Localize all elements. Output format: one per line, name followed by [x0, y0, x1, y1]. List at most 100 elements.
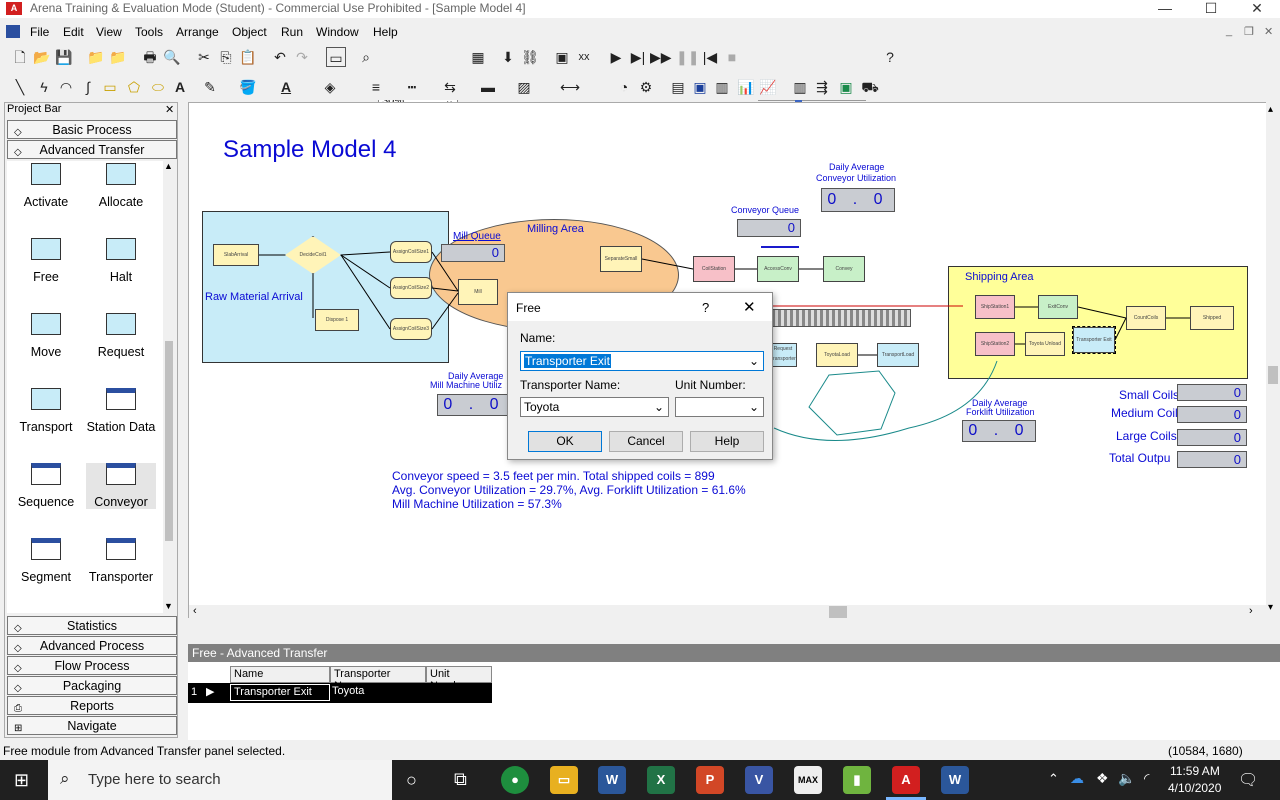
- arrow-style-icon[interactable]: ⇆: [440, 77, 460, 97]
- panel-flow-process[interactable]: ◇ Flow Process: [7, 656, 177, 675]
- module-station-data[interactable]: Station Data: [86, 388, 156, 434]
- connect-icon[interactable]: ⛓: [520, 47, 540, 67]
- plot-icon[interactable]: 📊: [736, 77, 756, 97]
- visio-icon[interactable]: V: [745, 766, 773, 794]
- save-icon[interactable]: 💾: [54, 47, 74, 67]
- text-icon[interactable]: A: [170, 77, 190, 97]
- column-header-transporter[interactable]: Transporter Name: [330, 666, 426, 692]
- animate-connectors-icon[interactable]: xx: [574, 47, 594, 67]
- end-icon[interactable]: ■: [722, 47, 742, 67]
- chevron-down-icon[interactable]: ▾: [1268, 602, 1273, 613]
- global-icon[interactable]: 📈: [758, 77, 778, 97]
- help-button[interactable]: Help: [690, 431, 764, 452]
- mdi-restore-button[interactable]: ❐: [1244, 25, 1254, 38]
- menu-file[interactable]: File: [30, 25, 49, 39]
- cancel-button[interactable]: Cancel: [609, 431, 683, 452]
- module-conveyor[interactable]: Conveyor: [86, 463, 156, 509]
- histogram-icon[interactable]: ▥: [712, 77, 732, 97]
- print-preview-icon[interactable]: 🔍: [162, 47, 182, 67]
- fast-forward-icon[interactable]: ▶▶: [650, 47, 672, 67]
- chevron-down-icon[interactable]: ⌄: [749, 398, 759, 416]
- new-icon[interactable]: 🗋: [10, 47, 30, 67]
- module-move[interactable]: Move: [11, 313, 81, 359]
- canvas-hscrollbar[interactable]: ‹ ›: [189, 605, 1269, 619]
- clock-date[interactable]: 4/10/2020: [1168, 781, 1221, 795]
- polyline-icon[interactable]: ϟ: [34, 77, 54, 97]
- panel-reports[interactable]: ⎙ Reports: [7, 696, 177, 715]
- module-transporter[interactable]: Transporter: [86, 538, 156, 584]
- module-activate[interactable]: Activate: [11, 163, 81, 209]
- unit-number-select[interactable]: ⌄: [675, 397, 764, 417]
- ellipse-icon[interactable]: ⬭: [148, 77, 168, 97]
- open-icon[interactable]: 📂: [32, 47, 52, 67]
- menu-tools[interactable]: Tools: [135, 25, 163, 39]
- fill-pattern-icon[interactable]: ▨: [514, 77, 534, 97]
- name-combobox[interactable]: Transporter Exit ⌄: [520, 351, 764, 371]
- start-over-icon[interactable]: |◀: [700, 47, 720, 67]
- palette-scrollbar[interactable]: ▲ ▼: [163, 161, 175, 613]
- chevron-down-icon[interactable]: ▼: [164, 601, 173, 611]
- template-attach-icon[interactable]: 📁: [86, 47, 106, 67]
- menu-edit[interactable]: Edit: [63, 25, 84, 39]
- word-doc-icon[interactable]: W: [941, 766, 969, 794]
- arena-taskbar-icon[interactable]: A: [892, 766, 920, 794]
- redo-icon[interactable]: ↷: [292, 47, 312, 67]
- print-icon[interactable]: 🖶: [140, 47, 160, 67]
- taskbar-search-box[interactable]: ⌕ Type here to search: [48, 760, 392, 800]
- cortana-icon[interactable]: ○: [406, 770, 417, 791]
- volume-icon[interactable]: 🔈: [1118, 770, 1135, 787]
- close-icon[interactable]: ✕: [165, 103, 174, 116]
- chevron-up-icon[interactable]: ▴: [1268, 104, 1273, 115]
- submodel-icon[interactable]: ⬇: [498, 47, 518, 67]
- context-help-icon[interactable]: ?: [880, 47, 900, 67]
- menu-window[interactable]: Window: [316, 25, 359, 39]
- box-icon[interactable]: ▭: [100, 77, 120, 97]
- palette-scroll-thumb[interactable]: [165, 341, 173, 541]
- line-pattern-icon[interactable]: ▬: [478, 77, 498, 97]
- cut-icon[interactable]: ✂: [194, 47, 214, 67]
- chevron-down-icon[interactable]: ⌄: [749, 352, 759, 370]
- pause-icon[interactable]: ❚❚: [676, 47, 699, 67]
- onedrive-icon[interactable]: ☁: [1070, 770, 1084, 787]
- module-segment[interactable]: Segment: [11, 538, 81, 584]
- panel-packaging[interactable]: ◇ Packaging: [7, 676, 177, 695]
- maximize-button[interactable]: ☐: [1188, 0, 1234, 18]
- chrome-icon[interactable]: ●: [501, 766, 529, 794]
- column-header-unit[interactable]: Unit Number: [426, 666, 492, 692]
- task-view-icon[interactable]: ⧉: [454, 769, 467, 790]
- module-halt[interactable]: Halt: [86, 238, 156, 284]
- notification-icon[interactable]: 🗨: [1238, 770, 1258, 790]
- maxima-icon[interactable]: MAX: [794, 766, 822, 794]
- level-icon[interactable]: ▣: [690, 77, 710, 97]
- dialog-close-icon[interactable]: ✕: [743, 298, 756, 316]
- paste-icon[interactable]: 📋: [238, 47, 258, 67]
- menu-view[interactable]: View: [96, 25, 122, 39]
- file-explorer-icon[interactable]: ▭: [550, 766, 578, 794]
- menu-object[interactable]: Object: [232, 25, 267, 39]
- view-layers-icon[interactable]: ▭: [326, 47, 346, 67]
- line-icon[interactable]: ╲: [10, 77, 30, 97]
- distance-icon[interactable]: ⟷: [560, 77, 580, 97]
- ok-button[interactable]: OK: [528, 431, 602, 452]
- copy-icon[interactable]: ⎘: [216, 47, 236, 67]
- animate-icon[interactable]: ▣: [552, 47, 572, 67]
- panel-statistics[interactable]: ◇ Statistics: [7, 616, 177, 635]
- windows-start-icon[interactable]: ⊞: [14, 770, 29, 791]
- cell-transporter[interactable]: Toyota: [332, 685, 364, 697]
- module-sequence[interactable]: Sequence: [11, 463, 81, 509]
- panel-basic-process[interactable]: ◇ Basic Process: [7, 120, 177, 139]
- arc-icon[interactable]: ◠: [56, 77, 76, 97]
- template-detach-icon[interactable]: 📁: [108, 47, 128, 67]
- table-row[interactable]: 1 ▶ Transporter Exit Toyota: [188, 683, 492, 703]
- cell-name[interactable]: Transporter Exit: [230, 684, 330, 701]
- station-icon[interactable]: ⇶: [812, 77, 832, 97]
- layers-icon[interactable]: ▦: [468, 47, 488, 67]
- bezier-icon[interactable]: ∫: [78, 77, 98, 97]
- line-color-icon[interactable]: ✎: [200, 77, 220, 97]
- clock-time[interactable]: 11:59 AM: [1170, 764, 1220, 778]
- name-value[interactable]: Transporter Exit: [524, 354, 611, 368]
- document-icon[interactable]: [6, 25, 20, 38]
- undo-icon[interactable]: ↶: [270, 47, 290, 67]
- excel-icon[interactable]: X: [647, 766, 675, 794]
- mdi-close-button[interactable]: ✕: [1264, 25, 1273, 38]
